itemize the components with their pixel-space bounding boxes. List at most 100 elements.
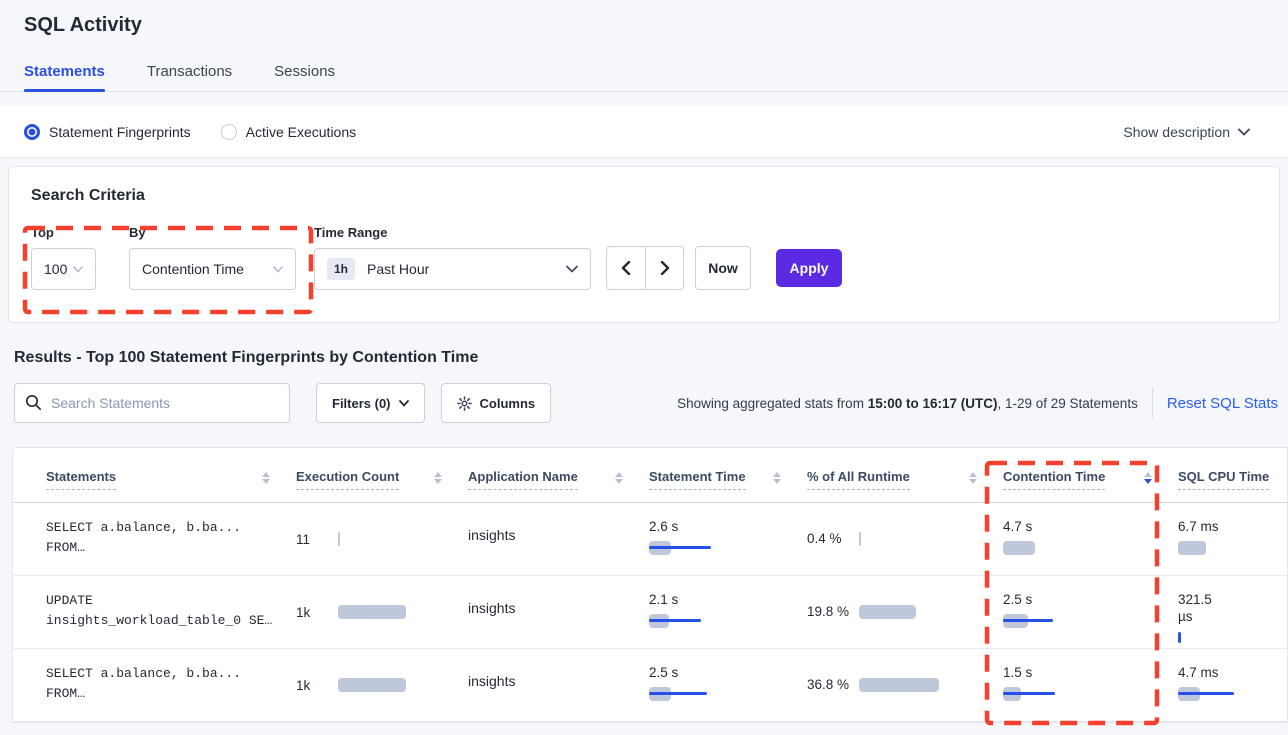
- radio-label: Statement Fingerprints: [49, 124, 191, 140]
- search-icon: [25, 394, 42, 411]
- sort-icon[interactable]: [262, 472, 270, 484]
- columns-button[interactable]: Columns: [441, 383, 552, 423]
- statement-time-value: 2.5 s: [649, 664, 678, 681]
- results-heading: Results - Top 100 Statement Fingerprints…: [14, 349, 1274, 367]
- by-select[interactable]: Contention Time: [129, 248, 296, 290]
- statement-time-cell: 2.5 s: [649, 649, 807, 721]
- pct-runtime-bar: [859, 532, 861, 546]
- column-header-label: Statements: [46, 469, 116, 490]
- filters-button[interactable]: Filters (0): [316, 383, 425, 423]
- radio-label: Active Executions: [246, 124, 357, 140]
- chevron-left-icon: [621, 261, 631, 275]
- sort-icon[interactable]: [615, 472, 623, 484]
- pct-runtime-value: 0.4 %: [807, 530, 859, 548]
- contention-time-value: 2.5 s: [1003, 591, 1032, 608]
- table-column-header[interactable]: SQL CPU Time: [1178, 469, 1287, 502]
- contention-time-value: 4.7 s: [1003, 518, 1032, 535]
- search-statements-input[interactable]: [14, 383, 290, 423]
- radio-active-executions[interactable]: Active Executions: [221, 124, 357, 140]
- execution-count-value: 1k: [296, 605, 338, 620]
- table-row[interactable]: SELECT a.balance, b.ba... FROM… 11 insig…: [13, 503, 1287, 576]
- table-row[interactable]: SELECT a.balance, b.ba... FROM… 1k insig…: [13, 649, 1287, 722]
- tab-statements[interactable]: Statements: [24, 63, 105, 91]
- chevron-down-icon: [566, 265, 578, 273]
- column-header-label: Execution Count: [296, 469, 399, 490]
- by-label: By: [129, 225, 296, 240]
- column-header-label: % of All Runtime: [807, 469, 910, 490]
- contention-time-value: 1.5 s: [1003, 664, 1032, 681]
- tab-bar: Statements Transactions Sessions: [0, 63, 1288, 92]
- application-name-value: insights: [468, 673, 515, 689]
- sql-cpu-time-cell: 4.7 ms: [1178, 649, 1287, 721]
- radio-statement-fingerprints[interactable]: Statement Fingerprints: [24, 124, 191, 140]
- contention-time-bar: [1003, 614, 1178, 628]
- table-column-header[interactable]: Application Name: [468, 469, 649, 502]
- pct-runtime-cell: 19.8 %: [807, 576, 1003, 648]
- statement-text-line1: UPDATE: [46, 591, 296, 611]
- statement-text-line2: FROM…: [46, 538, 296, 558]
- table-header-row: Statements Execution Count Application N…: [13, 448, 1287, 503]
- execution-count-value: 1k: [296, 678, 338, 693]
- contention-time-bar: [1003, 687, 1178, 701]
- apply-button[interactable]: Apply: [776, 249, 842, 287]
- table-column-header[interactable]: % of All Runtime: [807, 469, 1003, 502]
- column-header-label: Application Name: [468, 469, 578, 490]
- now-button[interactable]: Now: [695, 246, 751, 290]
- table-column-header[interactable]: Contention Time: [1003, 469, 1178, 502]
- show-description-toggle[interactable]: Show description: [1123, 124, 1250, 140]
- radio-selected-icon: [24, 124, 40, 140]
- pct-runtime-cell: 36.8 %: [807, 649, 1003, 721]
- execution-count-cell: 1k: [296, 649, 468, 721]
- prev-time-range-button[interactable]: [607, 247, 645, 289]
- column-header-label: Contention Time: [1003, 469, 1105, 490]
- sort-icon[interactable]: [969, 472, 977, 484]
- statement-time-cell: 2.1 s: [649, 576, 807, 648]
- pct-runtime-value: 36.8 %: [807, 676, 859, 694]
- contention-time-cell: 1.5 s: [1003, 649, 1178, 721]
- statement-time-cell: 2.6 s: [649, 503, 807, 575]
- chevron-down-icon: [273, 266, 283, 273]
- execution-count-cell: 11: [296, 503, 468, 575]
- tab-sessions[interactable]: Sessions: [274, 63, 335, 91]
- statement-text-line2: insights_workload_table_0 SE…: [46, 611, 296, 631]
- sql-cpu-time-cell: 6.7 ms: [1178, 503, 1287, 575]
- sort-icon[interactable]: [1144, 472, 1152, 484]
- column-header-label: SQL CPU Time: [1178, 469, 1269, 490]
- pct-runtime-value: 19.8 %: [807, 603, 859, 621]
- chevron-down-icon: [399, 400, 409, 407]
- execution-count-value: 11: [296, 532, 338, 547]
- table-column-header[interactable]: Statement Time: [649, 469, 807, 502]
- execution-count-bar: [338, 605, 406, 619]
- table-column-header[interactable]: Statements: [46, 469, 296, 502]
- table-column-header[interactable]: Execution Count: [296, 469, 468, 502]
- vertical-divider: [1152, 388, 1153, 418]
- reset-sql-stats-link[interactable]: Reset SQL Stats: [1167, 395, 1278, 412]
- tab-transactions[interactable]: Transactions: [147, 63, 232, 91]
- application-name-cell: insights: [468, 576, 649, 648]
- statement-link[interactable]: UPDATE insights_workload_table_0 SE…: [46, 591, 296, 631]
- sql-cpu-time-value: 321.5 µs: [1178, 591, 1228, 625]
- statement-time-bar: [649, 614, 807, 628]
- pct-runtime-cell: 0.4 %: [807, 503, 1003, 575]
- top-select[interactable]: 100: [31, 248, 96, 290]
- page-title: SQL Activity: [0, 0, 1288, 37]
- sort-icon[interactable]: [773, 472, 781, 484]
- sql-cpu-time-cell: 321.5 µs: [1178, 576, 1287, 648]
- statement-time-bar: [649, 541, 807, 555]
- contention-time-bar: [1003, 541, 1178, 555]
- table-row[interactable]: UPDATE insights_workload_table_0 SE… 1k …: [13, 576, 1287, 649]
- next-time-range-button[interactable]: [645, 247, 683, 289]
- time-range-select[interactable]: 1h Past Hour: [314, 248, 591, 290]
- statement-link[interactable]: SELECT a.balance, b.ba... FROM…: [46, 664, 296, 704]
- statement-link[interactable]: SELECT a.balance, b.ba... FROM…: [46, 518, 296, 558]
- search-criteria-card: Search Criteria Top 100 By Contention Ti…: [8, 166, 1280, 323]
- chevron-down-icon: [73, 266, 83, 273]
- sort-icon[interactable]: [434, 472, 442, 484]
- statement-text-line1: SELECT a.balance, b.ba...: [46, 518, 296, 538]
- contention-time-cell: 2.5 s: [1003, 576, 1178, 648]
- sql-cpu-time-value: 6.7 ms: [1178, 518, 1219, 535]
- search-statements-box: [14, 383, 290, 423]
- execution-count-cell: 1k: [296, 576, 468, 648]
- pct-runtime-bar: [859, 678, 939, 692]
- application-name-cell: insights: [468, 503, 649, 575]
